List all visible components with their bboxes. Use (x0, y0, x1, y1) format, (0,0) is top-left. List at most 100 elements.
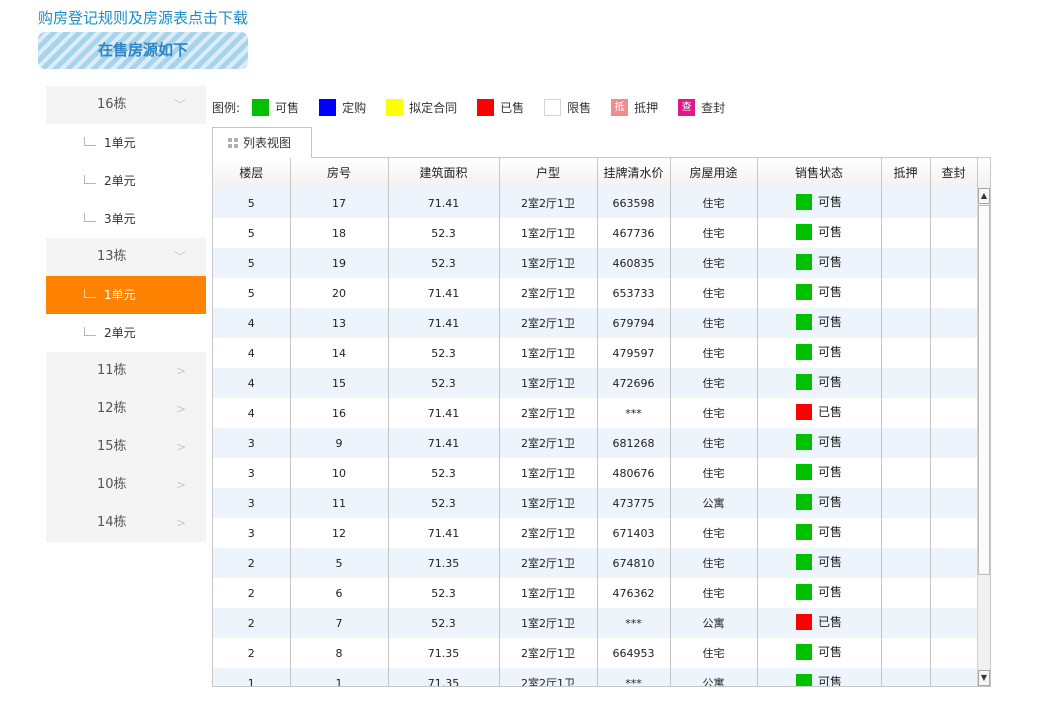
col-header-price[interactable]: 挂牌清水价 (597, 158, 671, 189)
sidebar-building-16[interactable]: 16栋 ﹀ (46, 86, 206, 124)
table-row[interactable]: 4 16 71.41 2室2厅1卫 *** 住宅 已售 (213, 398, 977, 428)
floor-cell: 5 (213, 188, 291, 218)
table-row[interactable]: 1 1 71.35 2室2厅1卫 *** 公寓 可售 (213, 668, 977, 686)
floor-cell: 1 (213, 668, 291, 686)
seized-cell (930, 368, 977, 398)
seized-cell (930, 218, 977, 248)
scroll-down-arrow-icon[interactable]: ▼ (978, 670, 990, 686)
table-row[interactable]: 2 8 71.35 2室2厅1卫 664953 住宅 可售 (213, 638, 977, 668)
building-label: 11栋 (97, 363, 127, 378)
status-badge: 已售 (795, 403, 842, 420)
tab-list-view[interactable]: 列表视图 (212, 127, 312, 158)
mortgage-cell (881, 398, 931, 428)
col-header-area[interactable]: 建筑面积 (388, 158, 500, 189)
seized-cell (930, 308, 977, 338)
col-header-status[interactable]: 销售状态 (757, 158, 882, 189)
unit-label: 1单元 (104, 136, 136, 150)
sidebar-unit-16-2[interactable]: 2单元 (46, 162, 206, 200)
sidebar-building-13[interactable]: 13栋 ﹀ (46, 238, 206, 276)
sidebar-unit-13-1-selected[interactable]: 1单元 (46, 276, 206, 314)
grid-icon (228, 138, 238, 148)
price-cell: 679794 (597, 308, 671, 338)
building-label: 14栋 (97, 515, 127, 530)
scroll-up-arrow-icon[interactable]: ▲ (978, 188, 990, 204)
sidebar-building-12[interactable]: 12栋 > (46, 390, 206, 428)
sidebar-building-14[interactable]: 14栋 > (46, 504, 206, 542)
status-badge: 可售 (795, 673, 842, 686)
sidebar-unit-16-3[interactable]: 3单元 (46, 200, 206, 238)
table-row[interactable]: 4 13 71.41 2室2厅1卫 679794 住宅 可售 (213, 308, 977, 338)
price-cell: 674810 (597, 548, 671, 578)
table-row[interactable]: 4 15 52.3 1室2厅1卫 472696 住宅 可售 (213, 368, 977, 398)
table-row[interactable]: 3 12 71.41 2室2厅1卫 671403 住宅 可售 (213, 518, 977, 548)
seized-cell (930, 488, 977, 518)
area-cell: 71.41 (388, 188, 500, 218)
sidebar-building-11[interactable]: 11栋 > (46, 352, 206, 390)
col-header-layout[interactable]: 户型 (499, 158, 598, 189)
status-label: 可售 (817, 285, 842, 300)
area-cell: 71.41 (388, 428, 500, 458)
status-cell: 可售 (757, 548, 882, 578)
col-header-room[interactable]: 房号 (290, 158, 389, 189)
seized-cell (930, 398, 977, 428)
table-row[interactable]: 4 14 52.3 1室2厅1卫 479597 住宅 可售 (213, 338, 977, 368)
scrollbar-thumb[interactable] (978, 205, 990, 575)
floor-cell: 2 (213, 548, 291, 578)
room-cell: 13 (290, 308, 389, 338)
legend-title: 图例: (212, 100, 241, 115)
usage-cell: 住宅 (670, 398, 758, 428)
status-badge: 可售 (795, 433, 842, 450)
sidebar-unit-16-1[interactable]: 1单元 (46, 124, 206, 162)
status-cell: 可售 (757, 308, 882, 338)
seized-cell (930, 548, 977, 578)
floor-cell: 3 (213, 518, 291, 548)
status-badge: 可售 (795, 583, 842, 600)
col-header-seized[interactable]: 查封 (930, 158, 978, 189)
status-color-icon (795, 193, 812, 210)
on-sale-banner: 在售房源如下 (38, 32, 248, 69)
layout-cell: 1室2厅1卫 (499, 578, 598, 608)
price-cell: *** (597, 398, 671, 428)
layout-cell: 2室2厅1卫 (499, 638, 598, 668)
mortgage-cell (881, 248, 931, 278)
vertical-scrollbar[interactable]: ▲ ▼ (977, 188, 990, 686)
status-badge: 可售 (795, 553, 842, 570)
download-rules-link[interactable]: 购房登记规则及房源表点击下载 (38, 7, 248, 28)
status-label: 可售 (817, 555, 842, 570)
col-header-mortgage[interactable]: 抵押 (881, 158, 931, 189)
table-row[interactable]: 5 19 52.3 1室2厅1卫 460835 住宅 可售 (213, 248, 977, 278)
status-badge: 可售 (795, 343, 842, 360)
legend-label: 可售 (275, 100, 300, 115)
price-cell: 653733 (597, 278, 671, 308)
room-cell: 1 (290, 668, 389, 686)
status-cell: 可售 (757, 338, 882, 368)
floor-cell: 3 (213, 488, 291, 518)
table-row[interactable]: 2 7 52.3 1室2厅1卫 *** 公寓 已售 (213, 608, 977, 638)
mortgage-icon: 抵 (611, 98, 629, 116)
status-color-icon (795, 613, 812, 630)
status-color-icon (795, 313, 812, 330)
table-row[interactable]: 3 9 71.41 2室2厅1卫 681268 住宅 可售 (213, 428, 977, 458)
table-row[interactable]: 2 6 52.3 1室2厅1卫 476362 住宅 可售 (213, 578, 977, 608)
seized-cell (930, 188, 977, 218)
price-cell: 671403 (597, 518, 671, 548)
sidebar-building-15[interactable]: 15栋 > (46, 428, 206, 466)
status-label: 可售 (817, 195, 842, 210)
price-cell: 476362 (597, 578, 671, 608)
table-row[interactable]: 5 17 71.41 2室2厅1卫 663598 住宅 可售 (213, 188, 977, 218)
status-cell: 可售 (757, 638, 882, 668)
sidebar-unit-13-2[interactable]: 2单元 (46, 314, 206, 352)
sidebar-building-10[interactable]: 10栋 > (46, 466, 206, 504)
status-color-icon (795, 343, 812, 360)
status-color-icon (795, 553, 812, 570)
seized-cell (930, 338, 977, 368)
table-row[interactable]: 3 10 52.3 1室2厅1卫 480676 住宅 可售 (213, 458, 977, 488)
col-header-floor[interactable]: 楼层 (213, 158, 291, 189)
table-row[interactable]: 2 5 71.35 2室2厅1卫 674810 住宅 可售 (213, 548, 977, 578)
table-row[interactable]: 5 20 71.41 2室2厅1卫 653733 住宅 可售 (213, 278, 977, 308)
col-header-usage[interactable]: 房屋用途 (670, 158, 758, 189)
status-cell: 已售 (757, 608, 882, 638)
table-row[interactable]: 5 18 52.3 1室2厅1卫 467736 住宅 可售 (213, 218, 977, 248)
legend-label: 抵押 (634, 100, 659, 115)
table-row[interactable]: 3 11 52.3 1室2厅1卫 473775 公寓 可售 (213, 488, 977, 518)
